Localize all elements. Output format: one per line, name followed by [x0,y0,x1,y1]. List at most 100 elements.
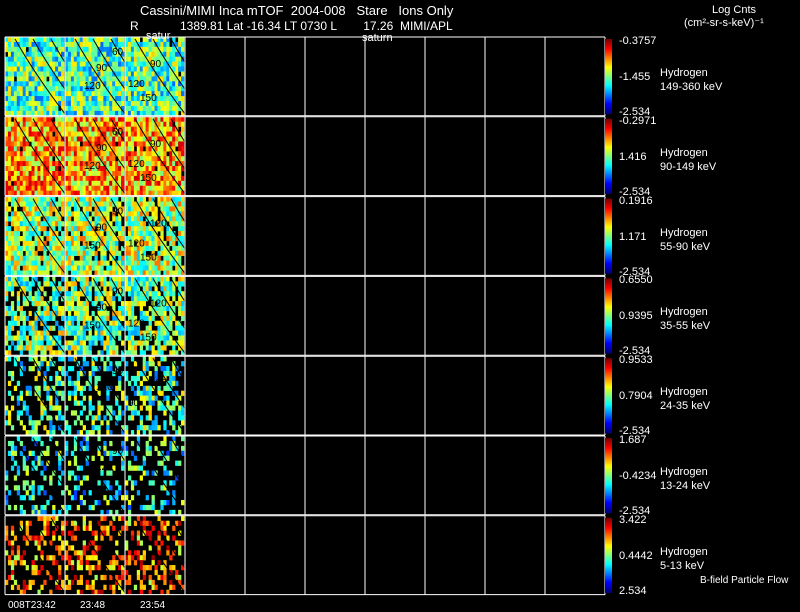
image-pixel [80,386,83,391]
image-pixel [11,236,14,241]
image-pixel [52,251,55,256]
image-pixel [103,316,106,321]
image-pixel [112,331,115,336]
image-pixel [163,106,166,111]
image-pixel [100,91,103,96]
image-pixel [140,266,143,271]
image-pixel [128,516,131,521]
image-pixel [146,132,149,137]
image-pixel [37,216,40,221]
image-pixel [128,67,131,72]
image-pixel [11,276,14,281]
image-pixel [128,261,131,266]
image-pixel [37,266,40,271]
image-pixel [157,401,160,406]
image-pixel [71,101,74,106]
image-pixel [86,226,89,231]
image-pixel [121,276,124,281]
image-pixel [95,575,98,580]
image-pixel [152,206,155,211]
image-pixel [152,281,155,286]
image-pixel [166,291,169,296]
image-pixel [37,211,40,216]
image-pixel [29,57,32,62]
image-pixel [23,580,26,585]
image-pixel [97,132,100,137]
image-pixel [86,336,89,341]
image-pixel [26,206,29,211]
image-pixel [68,475,71,480]
image-pixel [29,256,32,261]
image-pixel [83,301,86,306]
image-pixel [35,206,38,211]
image-pixel [103,286,106,291]
image-pixel [11,281,14,286]
image-pixel [172,490,175,495]
image-pixel [160,500,163,505]
image-pixel [77,37,80,42]
image-pixel [17,221,20,226]
image-pixel [163,311,166,316]
image-pixel [83,221,86,226]
image-pixel [131,101,134,106]
image-pixel [178,42,181,47]
image-pixel [146,286,149,291]
image-pixel [83,62,86,67]
image-pixel [68,171,71,176]
image-pixel [83,516,86,521]
image-pixel [46,206,49,211]
image-pixel [128,340,131,345]
image-pixel [8,540,11,545]
image-pixel [37,137,40,142]
image-pixel [95,296,98,301]
image-pixel [17,171,20,176]
image-pixel [137,276,140,281]
image-pixel [61,391,64,396]
image-pixel [14,96,17,101]
image-pixel [43,132,46,137]
image-pixel [43,345,46,350]
image-pixel [29,146,32,151]
image-pixel [121,261,124,266]
image-pixel [115,321,118,326]
image-pixel [157,340,160,345]
image-pixel [71,226,74,231]
image-pixel [137,550,140,555]
image-pixel [17,241,20,246]
image-pixel [74,181,77,186]
image-pixel [17,71,20,76]
image-pixel [77,181,80,186]
image-pixel [26,585,29,590]
image-pixel [83,127,86,132]
image-pixel [100,336,103,341]
image-pixel [58,331,61,336]
image-pixel [52,261,55,266]
image-pixel [26,146,29,151]
image-pixel [172,246,175,251]
image-pixel [83,345,86,350]
image-pixel [103,206,106,211]
image-pixel [149,186,152,191]
image-pixel [137,71,140,76]
image-pixel [71,261,74,266]
image-pixel [89,386,92,391]
contour-label: 90 [112,207,124,218]
image-pixel [52,236,55,241]
image-pixel [52,291,55,296]
image-pixel [146,146,149,151]
image-pixel [23,281,26,286]
image-pixel [23,286,26,291]
image-pixel [181,516,184,521]
image-pixel [55,186,58,191]
image-pixel [106,266,109,271]
image-pixel [77,261,80,266]
image-pixel [74,216,77,221]
image-pixel [23,37,26,42]
image-pixel [155,291,158,296]
image-pixel [92,151,95,156]
image-pixel [17,146,20,151]
image-pixel [103,331,106,336]
image-pixel [121,316,124,321]
image-pixel [52,86,55,91]
image-pixel [80,106,83,111]
